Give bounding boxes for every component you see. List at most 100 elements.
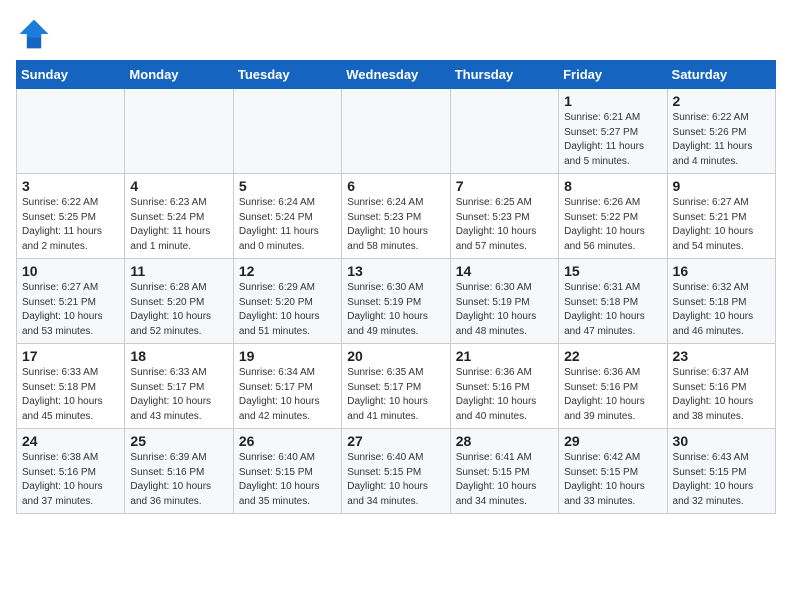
day-info: Sunrise: 6:22 AM Sunset: 5:25 PM Dayligh… — [22, 196, 119, 254]
calendar-cell: 30Sunrise: 6:43 AM Sunset: 5:15 PM Dayli… — [667, 429, 775, 514]
header-day: Friday — [559, 61, 667, 89]
day-info: Sunrise: 6:35 AM Sunset: 5:17 PM Dayligh… — [347, 366, 444, 424]
day-info: Sunrise: 6:40 AM Sunset: 5:15 PM Dayligh… — [239, 451, 336, 509]
day-number: 17 — [22, 348, 119, 364]
day-number: 27 — [347, 433, 444, 449]
day-number: 29 — [564, 433, 661, 449]
calendar-cell: 1 Sunrise: 6:21 AM Sunset: 5:27 PM Daylig… — [559, 89, 667, 174]
day-number: 30 — [673, 433, 770, 449]
calendar-body: 1 Sunrise: 6:21 AM Sunset: 5:27 PM Daylig… — [17, 89, 776, 514]
calendar-cell: 28Sunrise: 6:41 AM Sunset: 5:15 PM Dayli… — [450, 429, 558, 514]
header-row: SundayMondayTuesdayWednesdayThursdayFrid… — [17, 61, 776, 89]
day-number: 4 — [130, 178, 227, 194]
day-number: 14 — [456, 263, 553, 279]
header-day: Saturday — [667, 61, 775, 89]
day-number: 21 — [456, 348, 553, 364]
day-info: Sunrise: 6:37 AM Sunset: 5:16 PM Dayligh… — [673, 366, 770, 424]
calendar-cell: 8 Sunrise: 6:26 AM Sunset: 5:22 PM Daylig… — [559, 174, 667, 259]
day-number: 6 — [347, 178, 444, 194]
logo-icon — [16, 16, 52, 52]
calendar-cell: 3 Sunrise: 6:22 AM Sunset: 5:25 PM Daylig… — [17, 174, 125, 259]
calendar-cell: 6 Sunrise: 6:24 AM Sunset: 5:23 PM Daylig… — [342, 174, 450, 259]
calendar-cell — [450, 89, 558, 174]
day-number: 23 — [673, 348, 770, 364]
day-info: Sunrise: 6:40 AM Sunset: 5:15 PM Dayligh… — [347, 451, 444, 509]
day-info: Sunrise: 6:42 AM Sunset: 5:15 PM Dayligh… — [564, 451, 661, 509]
day-info: Sunrise: 6:25 AM Sunset: 5:23 PM Dayligh… — [456, 196, 553, 254]
day-info: Sunrise: 6:30 AM Sunset: 5:19 PM Dayligh… — [347, 281, 444, 339]
day-info: Sunrise: 6:34 AM Sunset: 5:17 PM Dayligh… — [239, 366, 336, 424]
calendar-cell: 11 Sunrise: 6:28 AM Sunset: 5:20 PM Dayli… — [125, 259, 233, 344]
day-number: 13 — [347, 263, 444, 279]
day-number: 18 — [130, 348, 227, 364]
calendar-cell: 14 Sunrise: 6:30 AM Sunset: 5:19 PM Dayli… — [450, 259, 558, 344]
calendar-cell: 17 Sunrise: 6:33 AM Sunset: 5:18 PM Dayli… — [17, 344, 125, 429]
calendar-cell: 12 Sunrise: 6:29 AM Sunset: 5:20 PM Dayli… — [233, 259, 341, 344]
day-info: Sunrise: 6:26 AM Sunset: 5:22 PM Dayligh… — [564, 196, 661, 254]
header-day: Monday — [125, 61, 233, 89]
day-info: Sunrise: 6:32 AM Sunset: 5:18 PM Dayligh… — [673, 281, 770, 339]
day-info: Sunrise: 6:39 AM Sunset: 5:16 PM Dayligh… — [130, 451, 227, 509]
header-day: Wednesday — [342, 61, 450, 89]
calendar-week: 10 Sunrise: 6:27 AM Sunset: 5:21 PM Dayli… — [17, 259, 776, 344]
day-info: Sunrise: 6:24 AM Sunset: 5:24 PM Dayligh… — [239, 196, 336, 254]
day-number: 1 — [564, 93, 661, 109]
calendar-cell: 26 Sunrise: 6:40 AM Sunset: 5:15 PM Dayli… — [233, 429, 341, 514]
day-info: Sunrise: 6:36 AM Sunset: 5:16 PM Dayligh… — [456, 366, 553, 424]
day-info: Sunrise: 6:33 AM Sunset: 5:17 PM Dayligh… — [130, 366, 227, 424]
calendar-week: 3 Sunrise: 6:22 AM Sunset: 5:25 PM Daylig… — [17, 174, 776, 259]
day-number: 12 — [239, 263, 336, 279]
day-number: 3 — [22, 178, 119, 194]
day-number: 9 — [673, 178, 770, 194]
header-day: Thursday — [450, 61, 558, 89]
day-number: 2 — [673, 93, 770, 109]
calendar-week: 17 Sunrise: 6:33 AM Sunset: 5:18 PM Dayli… — [17, 344, 776, 429]
day-info: Sunrise: 6:21 AM Sunset: 5:27 PM Dayligh… — [564, 111, 661, 169]
day-number: 8 — [564, 178, 661, 194]
day-info: Sunrise: 6:28 AM Sunset: 5:20 PM Dayligh… — [130, 281, 227, 339]
day-number: 11 — [130, 263, 227, 279]
day-info: Sunrise: 6:33 AM Sunset: 5:18 PM Dayligh… — [22, 366, 119, 424]
day-number: 20 — [347, 348, 444, 364]
calendar-cell: 27 Sunrise: 6:40 AM Sunset: 5:15 PM Dayli… — [342, 429, 450, 514]
header — [16, 16, 776, 52]
calendar-cell: 25Sunrise: 6:39 AM Sunset: 5:16 PM Dayli… — [125, 429, 233, 514]
day-info: Sunrise: 6:36 AM Sunset: 5:16 PM Dayligh… — [564, 366, 661, 424]
header-day: Tuesday — [233, 61, 341, 89]
calendar-cell — [125, 89, 233, 174]
day-info: Sunrise: 6:24 AM Sunset: 5:23 PM Dayligh… — [347, 196, 444, 254]
day-number: 16 — [673, 263, 770, 279]
calendar-cell: 7 Sunrise: 6:25 AM Sunset: 5:23 PM Daylig… — [450, 174, 558, 259]
day-info: Sunrise: 6:29 AM Sunset: 5:20 PM Dayligh… — [239, 281, 336, 339]
calendar-table: SundayMondayTuesdayWednesdayThursdayFrid… — [16, 60, 776, 514]
day-info: Sunrise: 6:30 AM Sunset: 5:19 PM Dayligh… — [456, 281, 553, 339]
day-number: 24 — [22, 433, 119, 449]
calendar-cell: 13 Sunrise: 6:30 AM Sunset: 5:19 PM Dayli… — [342, 259, 450, 344]
calendar-cell: 19 Sunrise: 6:34 AM Sunset: 5:17 PM Dayli… — [233, 344, 341, 429]
calendar-cell: 20 Sunrise: 6:35 AM Sunset: 5:17 PM Dayli… — [342, 344, 450, 429]
header-day: Sunday — [17, 61, 125, 89]
calendar-cell: 24 Sunrise: 6:38 AM Sunset: 5:16 PM Dayli… — [17, 429, 125, 514]
day-info: Sunrise: 6:38 AM Sunset: 5:16 PM Dayligh… — [22, 451, 119, 509]
calendar-cell — [233, 89, 341, 174]
calendar-cell: 2 Sunrise: 6:22 AM Sunset: 5:26 PM Daylig… — [667, 89, 775, 174]
calendar-cell: 5Sunrise: 6:24 AM Sunset: 5:24 PM Daylig… — [233, 174, 341, 259]
day-info: Sunrise: 6:27 AM Sunset: 5:21 PM Dayligh… — [22, 281, 119, 339]
day-number: 26 — [239, 433, 336, 449]
day-number: 15 — [564, 263, 661, 279]
calendar-cell: 29 Sunrise: 6:42 AM Sunset: 5:15 PM Dayli… — [559, 429, 667, 514]
calendar-cell: 21 Sunrise: 6:36 AM Sunset: 5:16 PM Dayli… — [450, 344, 558, 429]
day-info: Sunrise: 6:27 AM Sunset: 5:21 PM Dayligh… — [673, 196, 770, 254]
logo — [16, 16, 58, 52]
calendar-cell: 10 Sunrise: 6:27 AM Sunset: 5:21 PM Dayli… — [17, 259, 125, 344]
calendar-cell: 16 Sunrise: 6:32 AM Sunset: 5:18 PM Dayli… — [667, 259, 775, 344]
day-number: 7 — [456, 178, 553, 194]
day-info: Sunrise: 6:23 AM Sunset: 5:24 PM Dayligh… — [130, 196, 227, 254]
calendar-cell: 15Sunrise: 6:31 AM Sunset: 5:18 PM Dayli… — [559, 259, 667, 344]
calendar-cell: 23 Sunrise: 6:37 AM Sunset: 5:16 PM Dayli… — [667, 344, 775, 429]
calendar-cell: 9 Sunrise: 6:27 AM Sunset: 5:21 PM Daylig… — [667, 174, 775, 259]
day-number: 10 — [22, 263, 119, 279]
day-info: Sunrise: 6:22 AM Sunset: 5:26 PM Dayligh… — [673, 111, 770, 169]
day-number: 19 — [239, 348, 336, 364]
calendar-header: SundayMondayTuesdayWednesdayThursdayFrid… — [17, 61, 776, 89]
